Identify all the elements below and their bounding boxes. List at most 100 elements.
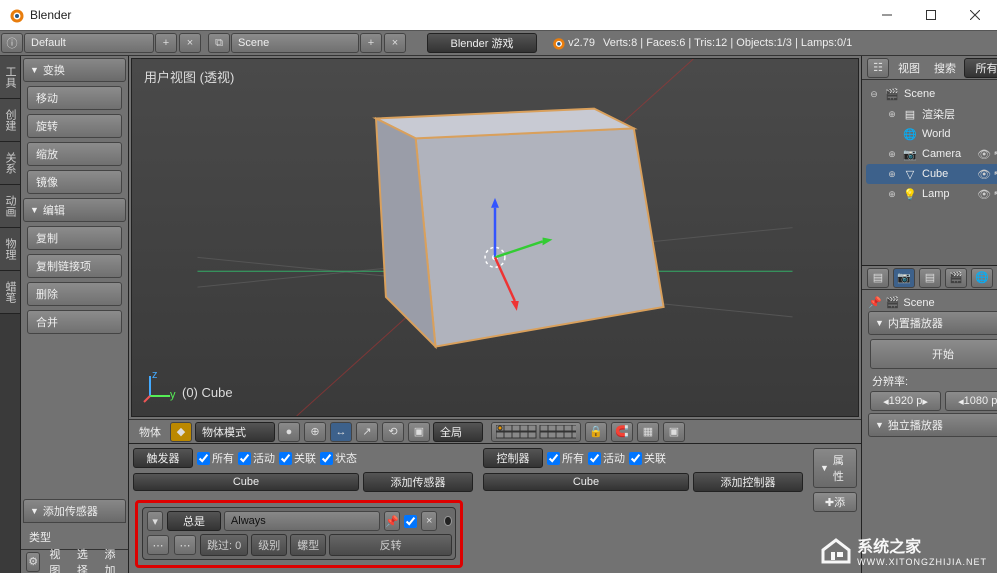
- sensor-expand-icon[interactable]: ▾: [147, 511, 163, 531]
- controllers-show-linked[interactable]: 关联: [629, 450, 666, 466]
- cursor-icon[interactable]: ↖: [993, 168, 997, 181]
- editor-type-icon[interactable]: ⓘ: [1, 33, 23, 53]
- controllers-show-all[interactable]: 所有: [547, 450, 584, 466]
- context-scene-icon[interactable]: 🎬: [945, 268, 967, 288]
- context-world-icon[interactable]: 🌐: [971, 268, 993, 288]
- sensors-show-all[interactable]: 所有: [197, 450, 234, 466]
- delete-button[interactable]: 删除: [27, 282, 122, 306]
- tree-lamp[interactable]: ⊕ 💡 Lamp 👁↖📷: [866, 184, 997, 204]
- standalone-player-panel[interactable]: ▼独立播放器: [868, 413, 997, 437]
- resolution-y-field[interactable]: ◂ 1080 p ▸: [945, 391, 997, 411]
- eye-icon[interactable]: 👁: [977, 148, 991, 161]
- expand-icon[interactable]: ⊕: [886, 109, 898, 120]
- mode-icon[interactable]: ◆: [170, 422, 192, 442]
- logic-select-menu[interactable]: 选择: [71, 543, 97, 573]
- sensor-tap-button[interactable]: 螺型: [290, 534, 326, 556]
- layers-widget[interactable]: [491, 422, 581, 442]
- render-preview-icon[interactable]: ▣: [663, 422, 685, 442]
- sensor-level-button[interactable]: 级别: [251, 534, 287, 556]
- eye-icon[interactable]: 👁: [977, 188, 991, 201]
- start-game-button[interactable]: 开始: [870, 339, 997, 369]
- manipulator-rotate-icon[interactable]: ⟲: [382, 422, 404, 442]
- manipulator-toggle-icon[interactable]: ↔: [330, 422, 352, 442]
- controller-object-name[interactable]: Cube: [483, 473, 689, 491]
- sensor-invert-button[interactable]: 反转: [329, 534, 452, 556]
- render-engine-dropdown[interactable]: Blender 游戏: [427, 33, 537, 53]
- logic-editor-type-icon[interactable]: ⚙: [26, 552, 40, 572]
- tab-grease[interactable]: 蜡笔: [0, 271, 20, 314]
- mirror-button[interactable]: 镜像: [27, 170, 122, 194]
- context-layers-icon[interactable]: ▤: [919, 268, 941, 288]
- sensors-show-linked[interactable]: 关联: [279, 450, 316, 466]
- controllers-label[interactable]: 控制器: [483, 448, 543, 468]
- properties-editor-type-icon[interactable]: ▤: [867, 268, 889, 288]
- tree-cube[interactable]: ⊕ ▽ Cube 👁↖📷: [866, 164, 997, 184]
- properties-panel-header[interactable]: ▼属性: [813, 448, 857, 488]
- pivot-icon[interactable]: ⊕: [304, 422, 326, 442]
- pin-icon[interactable]: 📌: [868, 296, 882, 309]
- add-scene-button[interactable]: +: [360, 33, 382, 53]
- sensor-skip-field[interactable]: 跳过: 0: [200, 534, 248, 556]
- orientation-dropdown[interactable]: 全局: [433, 422, 483, 442]
- cursor-icon[interactable]: ↖: [993, 148, 997, 161]
- tab-animation[interactable]: 动画: [0, 185, 20, 228]
- tree-renderlayers[interactable]: ⊕ ▤ 渲染层: [866, 104, 997, 124]
- expand-icon[interactable]: ⊕: [886, 189, 898, 200]
- maximize-button[interactable]: [909, 0, 953, 30]
- resolution-x-field[interactable]: ◂ 1920 p ▸: [870, 391, 941, 411]
- tree-camera[interactable]: ⊕ 📷 Camera 👁↖📷: [866, 144, 997, 164]
- tree-scene-root[interactable]: ⊖ 🎬 Scene: [866, 84, 997, 104]
- screen-layout-dropdown[interactable]: Default: [24, 33, 154, 53]
- translate-button[interactable]: 移动: [27, 86, 122, 110]
- outliner-editor-type-icon[interactable]: ☷: [867, 58, 889, 78]
- delete-layout-button[interactable]: ×: [179, 33, 201, 53]
- expand-icon[interactable]: ⊕: [886, 149, 898, 160]
- pulse-true-icon[interactable]: ⋯: [147, 535, 169, 555]
- transform-panel-header[interactable]: ▼变换: [23, 58, 126, 82]
- lock-camera-icon[interactable]: 🔒: [585, 422, 607, 442]
- delete-scene-button[interactable]: ×: [384, 33, 406, 53]
- controllers-show-active[interactable]: 活动: [588, 450, 625, 466]
- logic-view-menu[interactable]: 视图: [43, 543, 69, 573]
- sensors-label[interactable]: 触发器: [133, 448, 193, 468]
- snap-element-icon[interactable]: ▦: [637, 422, 659, 442]
- tab-create[interactable]: 创建: [0, 99, 20, 142]
- tab-tools[interactable]: 工具: [0, 56, 20, 99]
- sensor-name-input[interactable]: [224, 511, 380, 531]
- sensor-type-dropdown[interactable]: 总是: [167, 511, 221, 531]
- tree-world[interactable]: · 🌐 World: [866, 124, 997, 144]
- sensor-active-checkbox[interactable]: [404, 515, 417, 528]
- viewport-shading-icon[interactable]: ●: [278, 422, 300, 442]
- tab-relations[interactable]: 关系: [0, 142, 20, 185]
- minimize-button[interactable]: [865, 0, 909, 30]
- add-property-button[interactable]: ✚添: [813, 492, 857, 512]
- outliner-display-mode[interactable]: 所有场: [964, 58, 997, 78]
- operator-panel-header[interactable]: ▼添加传感器: [23, 499, 126, 523]
- scene-dropdown[interactable]: Scene: [231, 33, 359, 53]
- object-menu[interactable]: 物体: [133, 421, 167, 443]
- sensor-link-socket-icon[interactable]: [444, 516, 452, 526]
- manipulator-translate-icon[interactable]: ↗: [356, 422, 378, 442]
- expand-icon[interactable]: ⊖: [868, 89, 880, 100]
- join-button[interactable]: 合并: [27, 310, 122, 334]
- sensor-object-name[interactable]: Cube: [133, 473, 359, 491]
- sensor-pin-icon[interactable]: 📌: [384, 511, 400, 531]
- manipulator-scale-icon[interactable]: ▣: [408, 422, 430, 442]
- close-button[interactable]: [953, 0, 997, 30]
- snap-icon[interactable]: 🧲: [611, 422, 633, 442]
- eye-icon[interactable]: 👁: [977, 168, 991, 181]
- pulse-false-icon[interactable]: ⋯: [174, 535, 196, 555]
- add-layout-button[interactable]: +: [155, 33, 177, 53]
- outliner-tree[interactable]: ⊖ 🎬 Scene ⊕ ▤ 渲染层 · 🌐 World ⊕ 📷 C: [862, 80, 997, 265]
- scene-browse-icon[interactable]: ⧉: [208, 33, 230, 53]
- logic-add-menu[interactable]: 添加: [98, 543, 124, 573]
- outliner-view-menu[interactable]: 视图: [892, 57, 926, 79]
- rotate-button[interactable]: 旋转: [27, 114, 122, 138]
- sensors-show-active[interactable]: 活动: [238, 450, 275, 466]
- scale-button[interactable]: 缩放: [27, 142, 122, 166]
- add-controller-dropdown[interactable]: 添加控制器: [693, 472, 803, 492]
- edit-panel-header[interactable]: ▼编辑: [23, 198, 126, 222]
- embedded-player-panel[interactable]: ▼内置播放器: [868, 311, 997, 335]
- context-render-icon[interactable]: 📷: [893, 268, 915, 288]
- expand-icon[interactable]: ⊕: [886, 169, 898, 180]
